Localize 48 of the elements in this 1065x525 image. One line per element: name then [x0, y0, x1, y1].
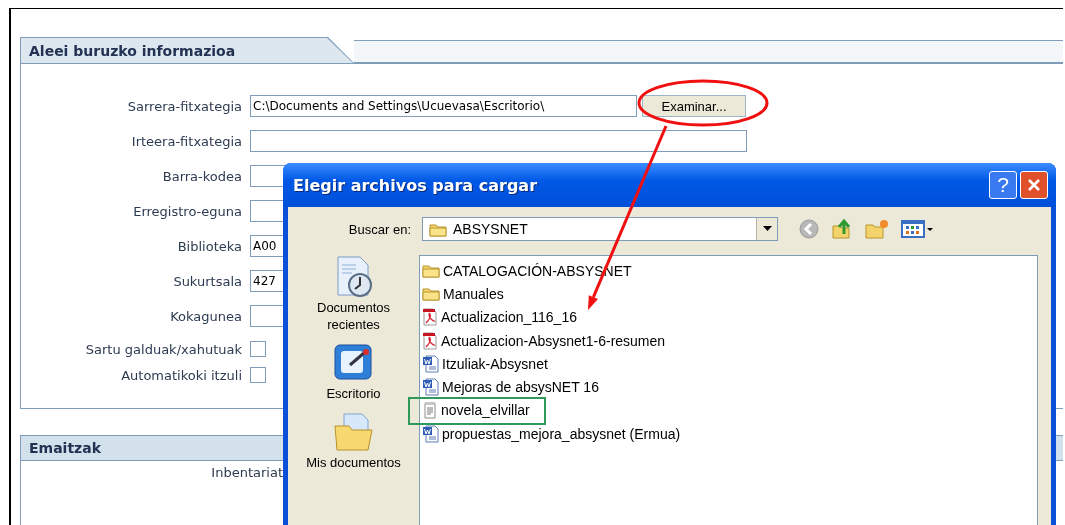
new-folder-icon[interactable] — [865, 219, 889, 239]
field-label: Biblioteka — [176, 238, 242, 254]
field-label: Barra-kodea — [161, 168, 242, 184]
panel-title: Emaitzak — [29, 440, 101, 456]
word-file-icon — [422, 378, 439, 397]
back-icon[interactable] — [799, 219, 819, 239]
view-menu-icon[interactable] — [901, 219, 934, 239]
look-in-label: Buscar en: — [347, 221, 411, 237]
field-label: Automatikoki itzuli — [120, 367, 242, 383]
folder-icon — [422, 263, 440, 279]
file-item[interactable]: novela_elvillar — [422, 401, 530, 420]
file-item[interactable]: Actualizacion_116_16 — [422, 308, 577, 327]
checkbox[interactable] — [250, 367, 266, 383]
pdf-file-icon — [422, 331, 438, 350]
dialog-title: Elegir archivos para cargar — [293, 175, 539, 195]
help-button[interactable]: ? — [989, 171, 1017, 199]
word-file-icon — [422, 354, 439, 373]
text-field[interactable] — [250, 130, 747, 152]
checkbox[interactable] — [250, 341, 266, 357]
dropdown-caret-icon[interactable] — [756, 218, 777, 240]
field-label: Sukurtsala — [172, 273, 242, 289]
place-item[interactable]: Escritorio — [293, 341, 414, 402]
place-item[interactable]: Mis documentos — [293, 410, 414, 471]
file-item[interactable]: propuestas_mejora_absysnet (Ermua) — [422, 424, 681, 443]
field-label: Sarrera-fitxategia — [126, 98, 242, 114]
field-label: Sartu galduak/xahutuak — [84, 341, 242, 357]
file-item[interactable]: Manuales — [422, 285, 504, 302]
my-documents-icon — [331, 410, 376, 454]
text-file-icon — [422, 401, 438, 420]
folder-icon — [429, 221, 447, 237]
file-item[interactable]: Actualizacion-Absysnet1-6-resumen — [422, 331, 666, 350]
panel-title: Aleei buruzko informazioa — [29, 42, 236, 59]
folder-dropdown[interactable]: ABSYSNET — [422, 217, 778, 241]
text-field[interactable]: C:\Documents and Settings\Ucuevasa\Escritorio\ — [250, 95, 637, 117]
field-label: Irteera-fitxategia — [130, 133, 242, 149]
browse-button[interactable]: Examinar... — [642, 95, 746, 117]
close-button[interactable] — [1020, 171, 1048, 199]
field-label: Inbentariat — [210, 465, 283, 480]
folder-icon — [422, 286, 440, 302]
folder-up-icon[interactable] — [831, 218, 853, 240]
place-item[interactable]: Documentos recientes — [293, 255, 414, 333]
close-icon[interactable] — [1026, 177, 1042, 193]
field-label: Kokagunea — [169, 308, 242, 324]
field-label: Erregistro-eguna — [132, 203, 242, 219]
file-item[interactable]: Itzuliak-Absysnet — [422, 354, 548, 373]
word-file-icon — [422, 424, 439, 443]
file-item[interactable]: Mejoras de absysNET 16 — [422, 378, 599, 397]
pdf-file-icon — [422, 308, 438, 327]
